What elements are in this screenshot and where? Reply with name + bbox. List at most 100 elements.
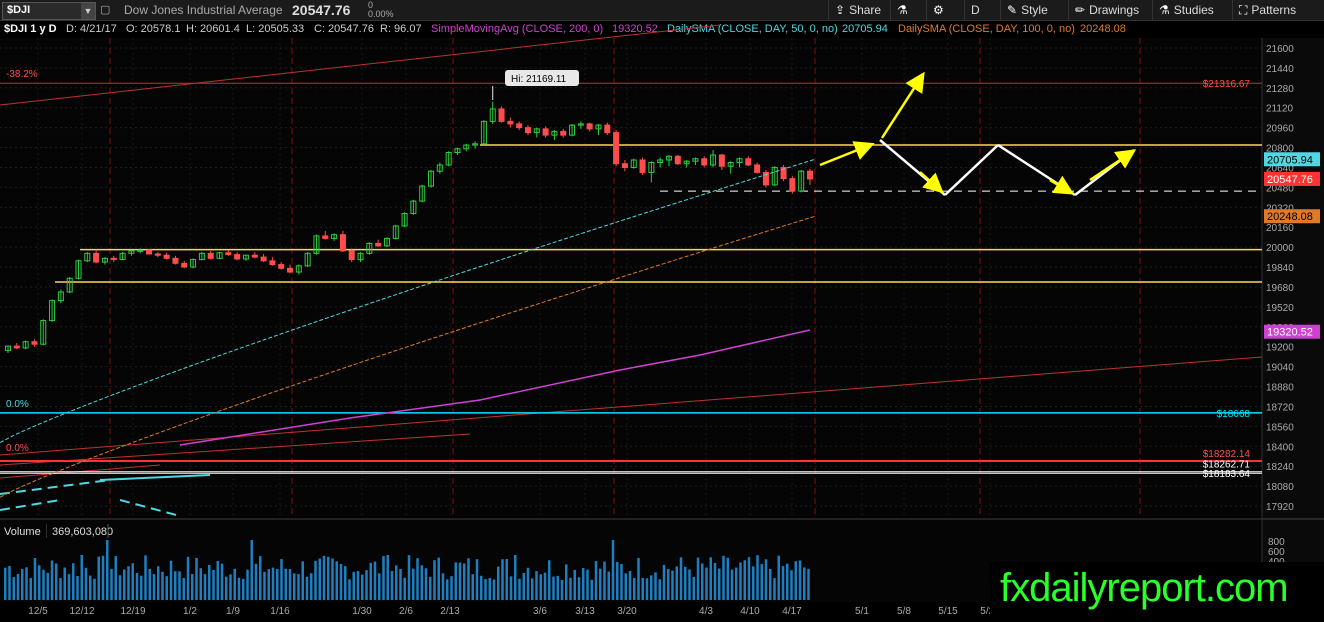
volume-bar [331, 558, 334, 600]
volume-bar [169, 560, 173, 600]
volume-bar [382, 556, 385, 600]
y-tick-label: 19200 [1266, 343, 1294, 354]
volume-bar [420, 565, 423, 600]
volume-bar [501, 559, 504, 600]
volume-bar [314, 560, 317, 600]
candle-body [436, 164, 443, 172]
volume-bar [531, 578, 534, 600]
symbol-selector[interactable]: $DJI ▼ [2, 2, 96, 20]
candle-body [692, 158, 699, 162]
candle-body [322, 235, 329, 239]
volume-bar [726, 557, 729, 600]
lock-icon[interactable]: ▢ [100, 3, 110, 16]
forecast-arrow-up [819, 141, 875, 167]
candle-body [101, 257, 108, 263]
volume-bar [29, 578, 32, 600]
candle-body [154, 253, 161, 256]
volume-bar [739, 562, 742, 600]
candle-body [807, 170, 813, 180]
candle-body [190, 259, 197, 268]
high-label: Hi: 21169.11 [511, 74, 567, 85]
y-tick-label: 20000 [1266, 243, 1294, 254]
volume-bar [412, 568, 415, 600]
price-tag-value: 20547.76 [1267, 174, 1313, 186]
candle-body [630, 159, 637, 168]
volume-bar [505, 558, 508, 600]
studies-button[interactable]: ⚗ Studies [1152, 0, 1214, 20]
volume-bar [335, 561, 338, 600]
patterns-button[interactable]: ⛶ Patterns [1232, 0, 1296, 20]
candle-body [586, 123, 593, 130]
volume-bar [254, 563, 258, 600]
candle-body [93, 252, 100, 263]
volume-bar [127, 566, 130, 600]
volume-bar [199, 568, 202, 600]
volume-bar [305, 576, 309, 600]
y-tick-label: 18720 [1266, 402, 1294, 413]
y-tick-label: 20960 [1266, 124, 1294, 135]
volume-bar [628, 571, 632, 600]
toolbar-button-label: Drawings [1089, 3, 1140, 17]
volume-bar [327, 556, 330, 600]
volume-bar [611, 540, 615, 600]
candle-body [84, 252, 91, 262]
volume-bar [650, 575, 653, 600]
sma100-label[interactable]: DailySMA (CLOSE, DAY, 100, 0, no) [898, 23, 1075, 35]
candle-body [463, 144, 470, 150]
share-button[interactable]: ⇪ Share [828, 0, 881, 20]
volume-bar [407, 555, 411, 600]
sma100-value: 20248.08 [1080, 23, 1126, 35]
volume-bar [352, 571, 355, 600]
flask-button[interactable]: ⚗ [890, 0, 912, 20]
candle-body [295, 265, 302, 273]
volume-bar [667, 569, 670, 600]
chevron-down-icon[interactable]: ▼ [81, 3, 95, 19]
drawings-button[interactable]: ✏ Drawings [1068, 0, 1139, 20]
x-tick-label: 1/16 [270, 606, 290, 617]
share-icon: ⇪ [835, 3, 846, 17]
candle-body [242, 254, 249, 260]
sma200-label[interactable]: SimpleMovingAvg (CLOSE, 200, 0) [431, 23, 603, 35]
volume-bar [722, 555, 725, 600]
volume-bar [21, 568, 24, 600]
volume-bar [216, 561, 219, 600]
volume-bar [263, 571, 266, 600]
sma50-label[interactable]: DailySMA (CLOSE, DAY, 50, 0, no) [667, 23, 838, 35]
toolbar: $DJI ▼ ▢ Dow Jones Industrial Average 20… [0, 0, 1324, 21]
symbol-text: $DJI [7, 4, 31, 16]
forecast-path-down [879, 139, 946, 196]
volume-bar [178, 571, 181, 600]
volume-bar [280, 559, 283, 600]
style-icon: ✎ [1007, 3, 1018, 17]
style-button[interactable]: ✎ Style [1000, 0, 1048, 20]
candle-body [375, 242, 382, 247]
x-tick-label: 2/6 [399, 606, 413, 617]
volume-bar [586, 569, 589, 600]
candle-body [278, 264, 285, 269]
candle-body [665, 155, 672, 161]
toolbar-button-label: Share [849, 3, 882, 17]
d-button[interactable]: D [964, 0, 980, 20]
volume-bar [259, 556, 262, 600]
candle-body [498, 108, 505, 122]
candle-body [13, 345, 20, 349]
volume-bar [118, 575, 122, 600]
x-tick-label: 3/20 [617, 606, 637, 617]
toolbar-button-label: Style [1021, 3, 1048, 17]
y-tick-label: 21280 [1266, 84, 1294, 95]
price-chart[interactable]: 21600 21440 21280 21120 20960 20800 20640 20480… [0, 0, 1324, 622]
x-tick-label: 3/13 [575, 606, 595, 617]
volume-bar [798, 560, 802, 600]
candle-body [313, 235, 320, 254]
volume-bar [12, 577, 15, 600]
candle-body [66, 277, 73, 293]
candle-body [604, 124, 611, 134]
volume-bar [144, 555, 147, 600]
volume-bar [696, 557, 700, 600]
y-tick-label: 18560 [1266, 422, 1294, 433]
candle-body [22, 341, 29, 349]
x-tick-label: 12/12 [69, 606, 94, 617]
volume-bar [140, 575, 143, 600]
gear-button[interactable]: ⚙ [926, 0, 948, 20]
candle-body [419, 185, 426, 202]
